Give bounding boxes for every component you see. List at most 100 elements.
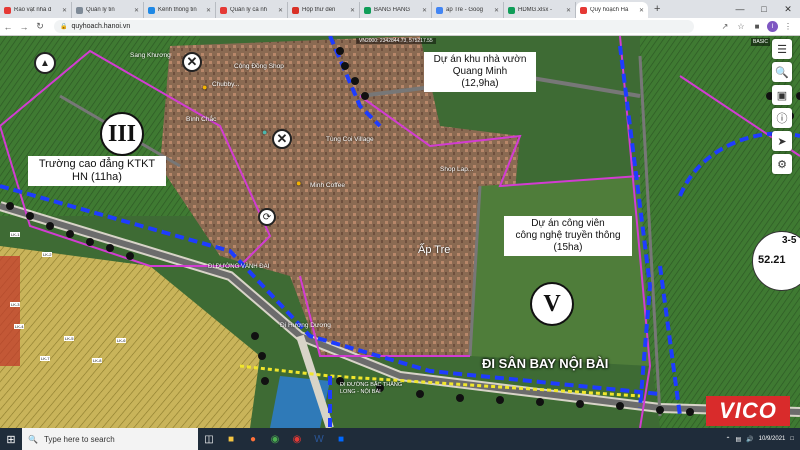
profile-avatar[interactable]: I <box>767 21 778 32</box>
taskbar-search-input[interactable]: 🔍 Type here to search <box>22 428 198 450</box>
tab-close-icon[interactable]: ✕ <box>206 7 211 14</box>
locate-icon[interactable]: ➤ <box>772 131 792 151</box>
x-marker-icon[interactable]: ✕ <box>182 52 202 72</box>
bookmark-icon[interactable]: ▣ <box>772 85 792 105</box>
windows-start-icon[interactable]: ⊞ <box>0 428 22 450</box>
highway-label: ĐI SÂN BAY NỘI BÀI <box>482 356 609 371</box>
place-vanh-dai: ĐI ĐƯỜNG VÀNH ĐAI <box>208 264 270 270</box>
place-binh-chac: Bình Chắc <box>186 116 217 123</box>
x-marker-icon-2[interactable]: ✕ <box>272 129 292 149</box>
tab-close-icon[interactable]: ✕ <box>566 7 571 14</box>
lot-label: LK-6 <box>116 338 127 343</box>
park-line2: công nghệ truyền thông <box>515 230 621 241</box>
lot-label: LK-4 <box>14 324 25 329</box>
browser-tab[interactable]: Hộp thư đến ✕ <box>288 2 360 18</box>
minimize-icon[interactable]: — <box>728 0 752 18</box>
network-icon[interactable]: ▤ <box>736 436 742 443</box>
planning-map[interactable]: VN2000: 2342844.73, 575217.55 Dự án khu … <box>0 36 800 428</box>
place-shop: Shop Lap... <box>440 166 474 173</box>
tab-close-icon[interactable]: ✕ <box>639 7 644 14</box>
tab-close-icon[interactable]: ✕ <box>278 7 283 14</box>
map-pin-icon-3[interactable]: ● <box>262 127 267 137</box>
new-tab-button[interactable]: + <box>648 2 666 18</box>
info-icon[interactable]: ⓘ <box>772 108 792 128</box>
triangle-marker-icon[interactable]: ▲ <box>34 52 56 74</box>
scale-value-text: 52.21 <box>758 254 786 266</box>
close-icon[interactable]: ✕ <box>776 0 800 18</box>
lot-label: LK-1 <box>10 232 21 237</box>
tab-label: Kênh thông tin <box>158 7 197 13</box>
forward-icon[interactable]: → <box>16 19 32 35</box>
quang-minh-label: Dự án khu nhà vườn Quang Minh (12,9ha) <box>424 52 536 92</box>
quang-minh-line3: (12,9ha) <box>461 78 499 89</box>
tab-close-icon[interactable]: ✕ <box>350 7 355 14</box>
favicon-icon <box>292 6 299 14</box>
map-pin-icon-2[interactable]: ● <box>296 178 301 188</box>
tab-close-icon[interactable]: ✕ <box>134 7 139 14</box>
lot-label: LK-3 <box>10 302 21 307</box>
park-line3: (15ha) <box>553 242 583 253</box>
browser-tab-bar: Rao vặt nhà đ ✕ Quản lý tin ✕ Kênh thông tin… <box>0 0 800 18</box>
layers-menu-icon[interactable]: ☰ <box>772 39 792 59</box>
browser-tab[interactable]: Quy hoạch Hà ✕ <box>576 2 648 18</box>
browser-tab[interactable]: Quản lý cá nh ✕ <box>216 2 288 18</box>
browser-tab[interactable]: Kênh thông tin ✕ <box>144 2 216 18</box>
coccoc-icon[interactable]: ◉ <box>286 428 308 450</box>
back-icon[interactable]: ← <box>0 19 16 35</box>
place-thon: Sang Khương <box>130 52 171 59</box>
tab-label: BẢNG HÀNG <box>374 7 411 13</box>
tab-close-icon[interactable]: ✕ <box>422 7 427 14</box>
lock-icon: 🔒 <box>60 24 68 30</box>
share-icon[interactable]: ↗ <box>719 22 731 31</box>
park-zone <box>470 176 650 366</box>
park-line1: Dự án công viên <box>531 218 605 229</box>
task-view-icon[interactable]: ◫ <box>198 428 220 450</box>
system-tray: ⌃ ▤ 🔊 10/9/2021 □ <box>725 435 800 443</box>
maximize-icon[interactable]: □ <box>752 0 776 18</box>
clock-date: 10/9/2021 <box>758 436 786 442</box>
search-icon: 🔍 <box>28 434 38 444</box>
coordinate-readout: VN2000: 2342844.73, 575217.55 <box>356 38 436 44</box>
word-icon[interactable]: W <box>308 428 330 450</box>
browser-tab[interactable]: Rao vặt nhà đ ✕ <box>0 2 72 18</box>
browser-tab[interactable]: BẢNG HÀNG ✕ <box>360 2 432 18</box>
lot-label: LK-8 <box>92 358 103 363</box>
file-explorer-icon[interactable]: ■ <box>220 428 242 450</box>
favicon-icon <box>436 6 443 14</box>
tray-arrow-icon[interactable]: ⌃ <box>725 436 730 443</box>
lot-label: LK-5 <box>64 336 75 341</box>
map-canvas <box>0 36 800 428</box>
tab-label: Quản lý cá nh <box>230 7 268 13</box>
zone-iii-marker[interactable]: III <box>100 112 144 156</box>
menu-kebab-icon[interactable]: ⋮ <box>782 22 794 31</box>
zoom-in-icon[interactable]: 🔍 <box>772 62 792 82</box>
tab-close-icon[interactable]: ✕ <box>494 7 499 14</box>
place-thang-long: ĐI ĐƯỜNG BẮC THĂNG LONG - NỘI BÀI <box>340 382 403 395</box>
zone-v-marker[interactable]: V <box>530 282 574 326</box>
college-line2: HN (11ha) <box>72 171 122 183</box>
url-input[interactable]: 🔒 quyhoach.hanoi.vn <box>54 20 694 33</box>
favicon-icon <box>580 6 587 14</box>
browser-tab[interactable]: ấp Tre - Goog ✕ <box>432 2 504 18</box>
lot-label: LK-7 <box>40 356 51 361</box>
firefox-icon[interactable]: ● <box>242 428 264 450</box>
place-ap-tre: Ấp Tre <box>418 244 451 256</box>
star-icon[interactable]: ☆ <box>735 22 747 31</box>
taskbar-clock[interactable]: 10/9/2021 <box>759 435 786 443</box>
notification-icon[interactable]: □ <box>790 436 794 442</box>
zalo-icon[interactable]: ■ <box>330 428 352 450</box>
tools-icon[interactable]: ⚙ <box>772 154 792 174</box>
browser-tab[interactable]: Quản lý tin ✕ <box>72 2 144 18</box>
favicon-icon <box>220 6 227 14</box>
tab-close-icon[interactable]: ✕ <box>62 7 67 14</box>
reload-icon[interactable]: ↻ <box>32 19 48 35</box>
extension-icon[interactable]: ■ <box>751 22 763 31</box>
basemap-tag[interactable]: BASIC <box>750 38 770 46</box>
favicon-icon <box>364 6 371 14</box>
swirl-marker-icon[interactable]: ⟳ <box>258 208 276 226</box>
favicon-icon <box>76 6 83 14</box>
map-pin-icon[interactable]: ● <box>202 82 207 92</box>
chrome-icon[interactable]: ◉ <box>264 428 286 450</box>
volume-icon[interactable]: 🔊 <box>746 436 753 443</box>
browser-tab[interactable]: HDMG.xlsx - ✕ <box>504 2 576 18</box>
